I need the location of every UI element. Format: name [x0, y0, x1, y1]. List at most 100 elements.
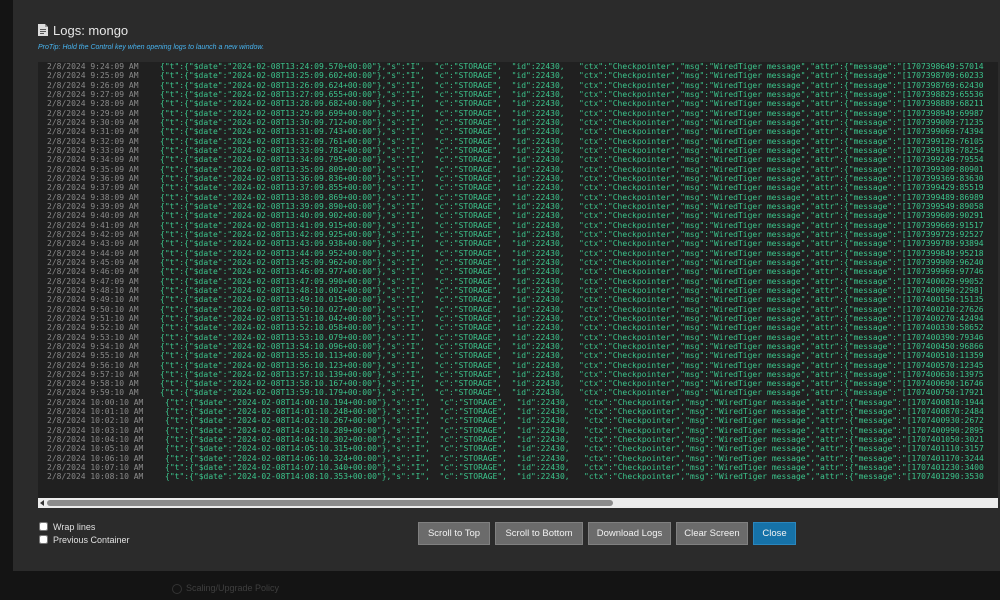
scroll-to-bottom-button[interactable]: Scroll to Bottom	[495, 522, 583, 545]
log-timestamp: 2/8/2024 9:43:09 AM	[47, 239, 139, 249]
log-message: {"t":{"$date":"2024-02-08T14:08:10.353+0…	[165, 472, 984, 482]
log-message: {"t":{"$date":"2024-02-08T13:47:09.990+0…	[160, 276, 984, 286]
log-line: 2/8/2024 9:51:10 AM {"t":{"$date":"2024-0…	[47, 314, 998, 323]
log-message: {"t":{"$date":"2024-02-08T13:52:10.058+0…	[160, 323, 984, 333]
log-line: 2/8/2024 9:39:09 AM {"t":{"$date":"2024-0…	[47, 202, 998, 211]
log-timestamp: 2/8/2024 9:30:09 AM	[47, 117, 139, 127]
log-message: {"t":{"$date":"2024-02-08T13:36:09.836+0…	[160, 173, 984, 183]
log-line: 2/8/2024 9:30:09 AM {"t":{"$date":"2024-0…	[47, 118, 998, 127]
log-line: 2/8/2024 9:48:10 AM {"t":{"$date":"2024-0…	[47, 286, 998, 295]
log-timestamp: 2/8/2024 10:02:10 AM	[47, 416, 144, 426]
log-line: 2/8/2024 10:03:10 AM {"t":{"$date":"2024-…	[47, 426, 998, 435]
clear-screen-button[interactable]: Clear Screen	[676, 522, 748, 545]
log-message: {"t":{"$date":"2024-02-08T14:00:10.194+0…	[165, 397, 984, 407]
log-line: 2/8/2024 9:34:09 AM {"t":{"$date":"2024-0…	[47, 155, 998, 164]
log-message: {"t":{"$date":"2024-02-08T13:33:09.782+0…	[160, 145, 984, 155]
log-message: {"t":{"$date":"2024-02-08T13:31:09.743+0…	[160, 127, 984, 137]
previous-container-option[interactable]: Previous Container	[39, 533, 130, 546]
scroll-to-top-button[interactable]: Scroll to Top	[418, 522, 490, 545]
log-timestamp: 2/8/2024 9:40:09 AM	[47, 211, 139, 221]
log-timestamp: 2/8/2024 9:47:09 AM	[47, 276, 139, 286]
log-message: {"t":{"$date":"2024-02-08T13:51:10.042+0…	[160, 313, 984, 323]
log-timestamp: 2/8/2024 9:32:09 AM	[47, 136, 139, 146]
log-line: 2/8/2024 9:29:09 AM {"t":{"$date":"2024-0…	[47, 109, 998, 118]
log-timestamp: 2/8/2024 9:56:10 AM	[47, 360, 139, 370]
download-logs-button[interactable]: Download Logs	[588, 522, 671, 545]
horizontal-scrollbar[interactable]	[38, 498, 998, 508]
log-timestamp: 2/8/2024 9:24:09 AM	[47, 62, 139, 71]
logs-dialog: Logs: mongo ProTip: Hold the Control key…	[13, 0, 1000, 571]
log-timestamp: 2/8/2024 10:05:10 AM	[47, 444, 144, 454]
log-timestamp: 2/8/2024 9:54:10 AM	[47, 341, 139, 351]
log-line: 2/8/2024 9:38:09 AM {"t":{"$date":"2024-0…	[47, 193, 998, 202]
log-line: 2/8/2024 9:50:10 AM {"t":{"$date":"2024-0…	[47, 305, 998, 314]
log-timestamp: 2/8/2024 9:36:09 AM	[47, 173, 139, 183]
log-timestamp: 2/8/2024 9:41:09 AM	[47, 220, 139, 230]
log-line: 2/8/2024 9:43:09 AM {"t":{"$date":"2024-0…	[47, 239, 998, 248]
wrap-lines-option[interactable]: Wrap lines	[39, 520, 130, 533]
scroll-left-arrow-icon[interactable]	[40, 500, 44, 506]
log-timestamp: 2/8/2024 9:29:09 AM	[47, 108, 139, 118]
log-message: {"t":{"$date":"2024-02-08T14:03:10.289+0…	[165, 425, 984, 435]
log-line: 2/8/2024 9:33:09 AM {"t":{"$date":"2024-0…	[47, 146, 998, 155]
log-timestamp: 2/8/2024 10:06:10 AM	[47, 453, 144, 463]
log-line: 2/8/2024 10:00:10 AM {"t":{"$date":"2024-…	[47, 398, 998, 407]
log-line: 2/8/2024 9:55:10 AM {"t":{"$date":"2024-0…	[47, 351, 998, 360]
log-message: {"t":{"$date":"2024-02-08T13:27:09.655+0…	[160, 89, 984, 99]
log-message: {"t":{"$date":"2024-02-08T13:26:09.624+0…	[160, 80, 984, 90]
log-line: 2/8/2024 9:36:09 AM {"t":{"$date":"2024-0…	[47, 174, 998, 183]
log-message: {"t":{"$date":"2024-02-08T13:25:09.602+0…	[160, 71, 984, 81]
log-timestamp: 2/8/2024 9:37:09 AM	[47, 183, 139, 193]
log-message: {"t":{"$date":"2024-02-08T13:55:10.113+0…	[160, 351, 984, 361]
close-button[interactable]: Close	[753, 522, 796, 545]
log-viewer[interactable]: 2/8/2024 9:24:09 AM {"t":{"$date":"2024-0…	[38, 62, 998, 498]
log-timestamp: 2/8/2024 9:53:10 AM	[47, 332, 139, 342]
log-timestamp: 2/8/2024 9:52:10 AM	[47, 323, 139, 333]
previous-container-checkbox[interactable]	[39, 535, 48, 544]
log-timestamp: 2/8/2024 9:49:10 AM	[47, 295, 139, 305]
log-line: 2/8/2024 10:08:10 AM {"t":{"$date":"2024-…	[47, 472, 998, 481]
log-timestamp: 2/8/2024 9:48:10 AM	[47, 285, 139, 295]
log-message: {"t":{"$date":"2024-02-08T13:38:09.869+0…	[160, 192, 984, 202]
log-line: 2/8/2024 9:42:09 AM {"t":{"$date":"2024-0…	[47, 230, 998, 239]
log-message: {"t":{"$date":"2024-02-08T14:07:10.340+0…	[165, 463, 984, 473]
log-message: {"t":{"$date":"2024-02-08T13:46:09.977+0…	[160, 267, 984, 277]
log-line: 2/8/2024 9:44:09 AM {"t":{"$date":"2024-0…	[47, 249, 998, 258]
log-line: 2/8/2024 9:27:09 AM {"t":{"$date":"2024-0…	[47, 90, 998, 99]
log-options: Wrap lines Previous Container	[39, 520, 130, 546]
scrollbar-thumb[interactable]	[47, 500, 613, 506]
log-message: {"t":{"$date":"2024-02-08T14:02:10.267+0…	[165, 416, 984, 426]
log-line: 2/8/2024 9:41:09 AM {"t":{"$date":"2024-0…	[47, 221, 998, 230]
log-line: 2/8/2024 9:46:09 AM {"t":{"$date":"2024-0…	[47, 267, 998, 276]
previous-container-label: Previous Container	[53, 534, 130, 545]
log-line: 2/8/2024 9:32:09 AM {"t":{"$date":"2024-0…	[47, 137, 998, 146]
wrap-lines-checkbox[interactable]	[39, 522, 48, 531]
document-icon	[38, 24, 48, 36]
log-line: 2/8/2024 9:58:10 AM {"t":{"$date":"2024-0…	[47, 379, 998, 388]
log-timestamp: 2/8/2024 9:35:09 AM	[47, 164, 139, 174]
log-line: 2/8/2024 9:26:09 AM {"t":{"$date":"2024-0…	[47, 81, 998, 90]
wrap-lines-label: Wrap lines	[53, 521, 96, 532]
log-timestamp: 2/8/2024 9:34:09 AM	[47, 155, 139, 165]
log-line: 2/8/2024 10:07:10 AM {"t":{"$date":"2024-…	[47, 463, 998, 472]
log-message: {"t":{"$date":"2024-02-08T13:41:09.915+0…	[160, 220, 984, 230]
log-timestamp: 2/8/2024 9:28:09 AM	[47, 99, 139, 109]
log-timestamp: 2/8/2024 9:55:10 AM	[47, 351, 139, 361]
log-line: 2/8/2024 10:05:10 AM {"t":{"$date":"2024-…	[47, 444, 998, 453]
log-message: {"t":{"$date":"2024-02-08T13:50:10.027+0…	[160, 304, 984, 314]
log-message: {"t":{"$date":"2024-02-08T13:57:10.139+0…	[160, 369, 984, 379]
log-message: {"t":{"$date":"2024-02-08T13:59:10.179+0…	[160, 388, 984, 398]
log-line: 2/8/2024 9:25:09 AM {"t":{"$date":"2024-0…	[47, 71, 998, 80]
dialog-actions: Scroll to Top Scroll to Bottom Download …	[418, 522, 796, 545]
log-timestamp: 2/8/2024 10:08:10 AM	[47, 472, 144, 482]
log-message: {"t":{"$date":"2024-02-08T14:01:10.248+0…	[165, 407, 984, 417]
log-timestamp: 2/8/2024 9:46:09 AM	[47, 267, 139, 277]
log-message: {"t":{"$date":"2024-02-08T13:43:09.938+0…	[160, 239, 984, 249]
log-timestamp: 2/8/2024 10:04:10 AM	[47, 435, 144, 445]
log-message: {"t":{"$date":"2024-02-08T13:39:09.890+0…	[160, 201, 984, 211]
log-timestamp: 2/8/2024 10:03:10 AM	[47, 425, 144, 435]
log-message: {"t":{"$date":"2024-02-08T13:24:09.570+0…	[160, 62, 984, 71]
protip-text: ProTip: Hold the Control key when openin…	[38, 44, 265, 51]
log-line: 2/8/2024 9:56:10 AM {"t":{"$date":"2024-0…	[47, 361, 998, 370]
log-line: 2/8/2024 9:47:09 AM {"t":{"$date":"2024-0…	[47, 277, 998, 286]
